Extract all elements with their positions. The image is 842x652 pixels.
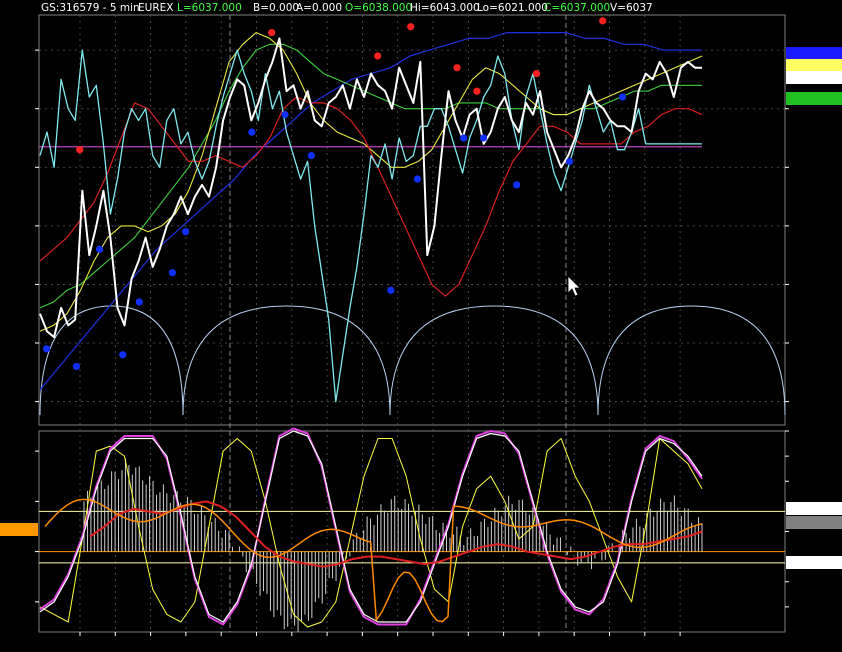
blue-dot [479,134,488,142]
trading-chart: GS:316579 - 5 min EUREX L=6037.000 B=0.0… [0,0,842,652]
blue-dot [413,175,421,183]
blue-dot [281,110,289,119]
osc-badge [786,502,842,515]
blue-dot [182,228,190,236]
blue-dot [135,298,143,306]
header-last: L=6037.000 [177,2,242,14]
header-exchange: EUREX [138,2,173,14]
red-dot [473,87,481,95]
blue-dot [460,134,468,142]
header-open: O=6038.000 [345,2,412,14]
blue-dot [95,245,104,253]
red-dot [407,23,415,31]
red-dot [599,17,607,25]
red-dot [453,64,461,72]
header-high: Hi=6043.000 [410,2,480,14]
blue-dot [307,151,316,160]
price-badge [786,92,842,105]
left-badge [0,522,38,536]
price-badge [786,59,842,72]
osc-badge [786,516,842,529]
header-close: C=6037.000 [544,2,610,14]
blue-dot [248,128,256,136]
red-dot [374,52,382,60]
blue-dot [618,93,627,101]
chart-header: GS:316579 - 5 min EUREX L=6037.000 B=0.0… [41,2,653,14]
blue-dot [513,181,521,189]
osc-badge [786,556,842,569]
header-ask: A=0.000 [296,2,342,14]
header-bid: B=0.000 [253,2,299,14]
price-badge [786,71,842,84]
blue-dot [119,351,127,359]
blue-dot [72,362,81,371]
blue-dot [387,286,395,294]
header-low: Lo=6021.000 [477,2,548,14]
header-symbol: GS:316579 - 5 min [41,2,140,14]
blue-dot [168,269,176,277]
red-dot [76,146,84,154]
red-dot [268,28,276,37]
header-volume: V=6037 [610,2,653,14]
blue-dot [43,345,51,353]
price-badge [786,47,842,60]
blue-dot [566,157,574,166]
red-dot [532,69,541,78]
